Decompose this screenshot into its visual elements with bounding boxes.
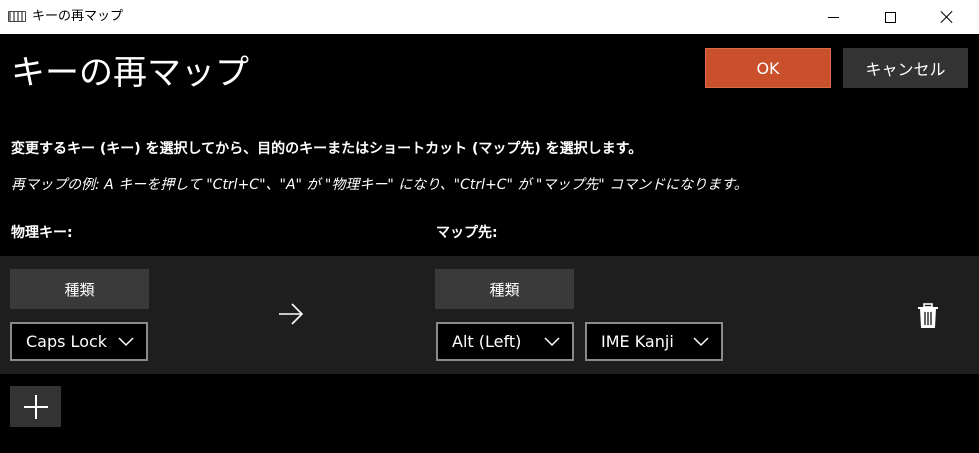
close-icon — [940, 10, 954, 24]
minimize-button[interactable] — [810, 0, 856, 34]
mapped-key-dropdown-2[interactable]: IME Kanji — [585, 322, 723, 361]
mapped-to-label: マップ先: — [436, 225, 498, 241]
mapped-key-dropdown-1[interactable]: Alt (Left) — [436, 322, 574, 361]
chevron-down-icon — [693, 337, 709, 347]
mapped-key-value-2: IME Kanji — [601, 332, 674, 351]
mapped-key-value-1: Alt (Left) — [452, 332, 522, 351]
close-button[interactable] — [924, 0, 970, 34]
instruction-text: 変更するキー (キー) を選択してから、目的のキーまたはショートカット (マップ… — [11, 141, 643, 157]
minimize-icon — [827, 16, 839, 18]
chevron-down-icon — [118, 337, 134, 347]
keyboard-icon — [8, 11, 26, 22]
physical-key-dropdown[interactable]: Caps Lock — [10, 322, 148, 361]
maximize-icon — [884, 11, 896, 23]
title-bar: キーの再マップ — [0, 0, 979, 34]
window-title: キーの再マップ — [32, 9, 124, 24]
physical-key-label: 物理キー: — [11, 225, 73, 241]
physical-type-button[interactable]: 種類 — [10, 269, 149, 309]
page-title: キーの再マップ — [11, 53, 249, 93]
example-text: 再マップの例: A キーを押して "Ctrl+C"、"A" が "物理キー" に… — [11, 177, 748, 193]
chevron-down-icon — [544, 337, 560, 347]
ok-button[interactable]: OK — [705, 48, 831, 88]
plus-icon — [23, 394, 48, 419]
trash-icon[interactable] — [917, 303, 939, 329]
maximize-button[interactable] — [867, 0, 913, 34]
mapped-type-button[interactable]: 種類 — [435, 269, 574, 309]
add-mapping-button[interactable] — [10, 386, 61, 427]
arrow-right-icon — [279, 303, 304, 325]
cancel-button[interactable]: キャンセル — [843, 48, 968, 88]
mapping-row: 種類 Caps Lock 種類 Alt (Left) IME Kanji — [0, 256, 979, 374]
physical-key-value: Caps Lock — [26, 332, 108, 351]
